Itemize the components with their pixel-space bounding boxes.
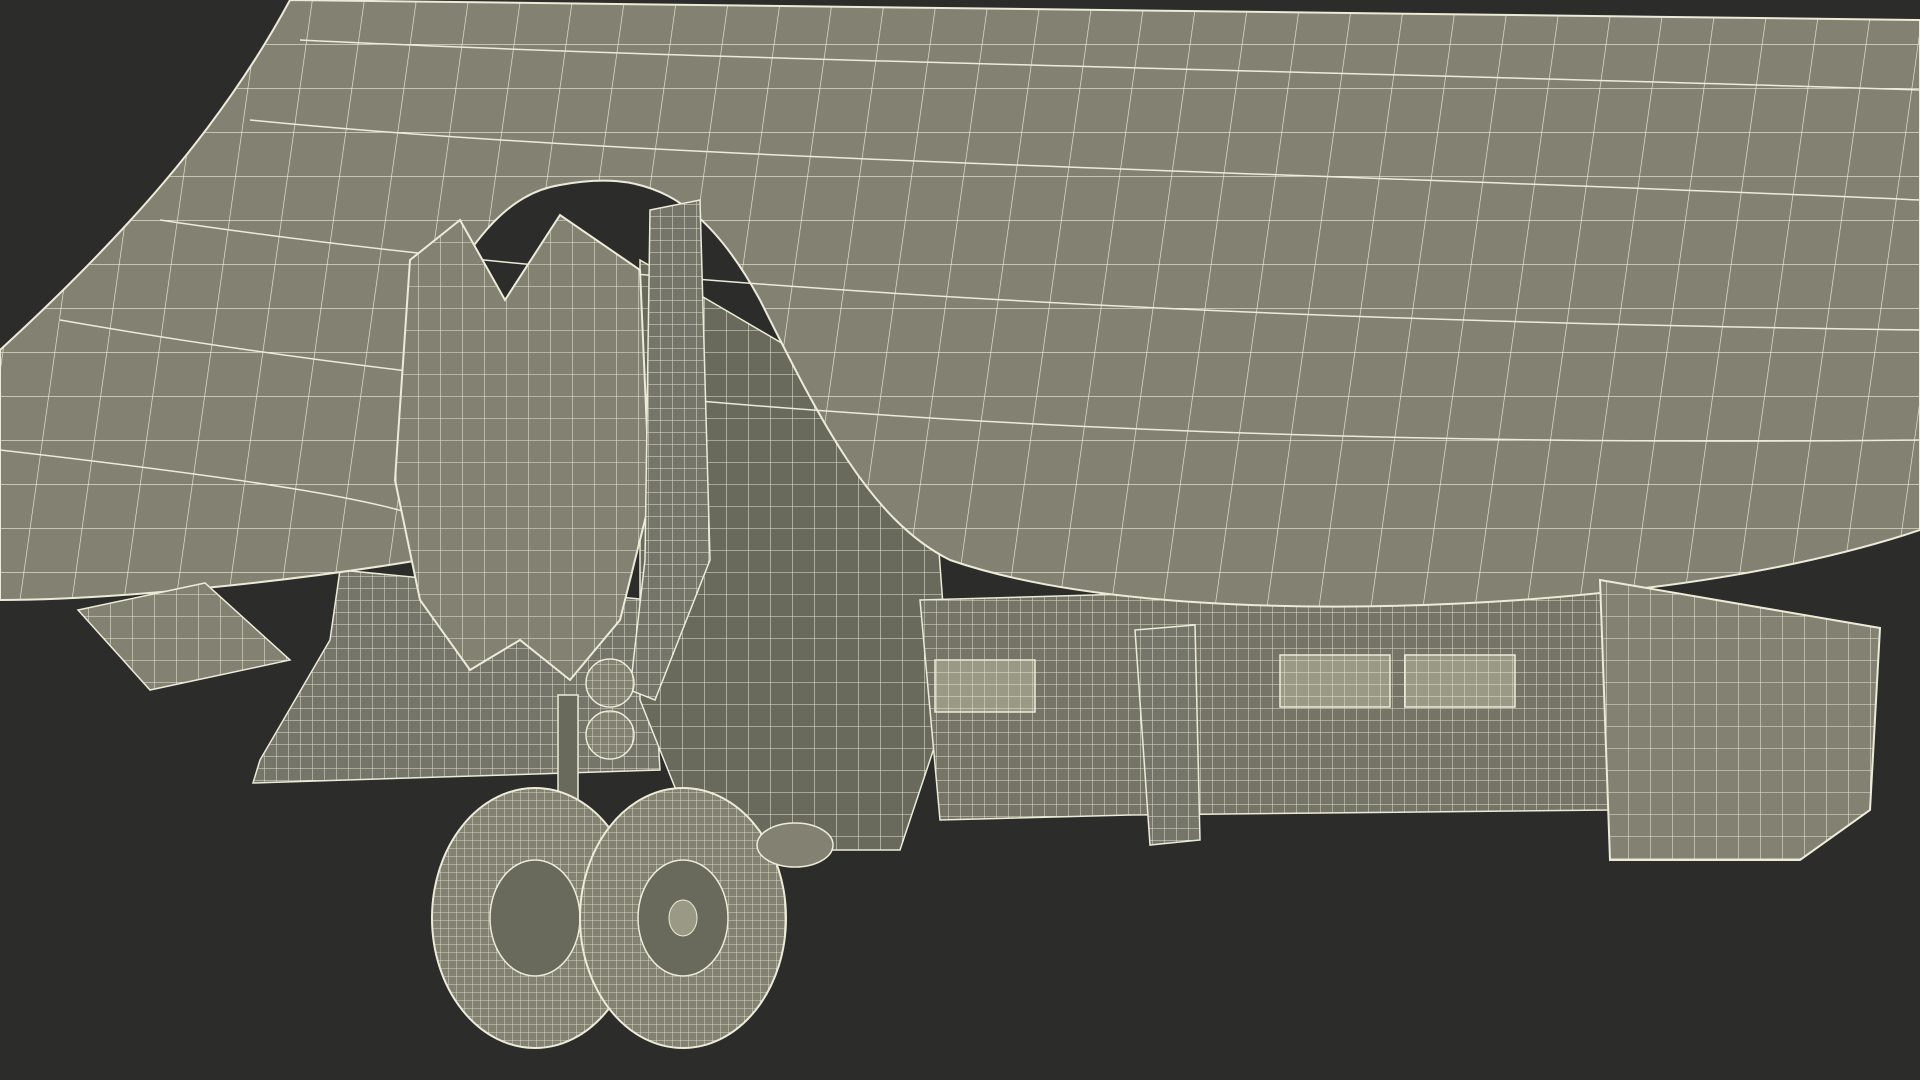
wing-skin xyxy=(0,0,1920,608)
render-viewport xyxy=(0,0,1920,1080)
gear-door xyxy=(393,213,652,682)
bay-door-right xyxy=(1598,578,1882,861)
scene-svg xyxy=(0,0,1920,1080)
